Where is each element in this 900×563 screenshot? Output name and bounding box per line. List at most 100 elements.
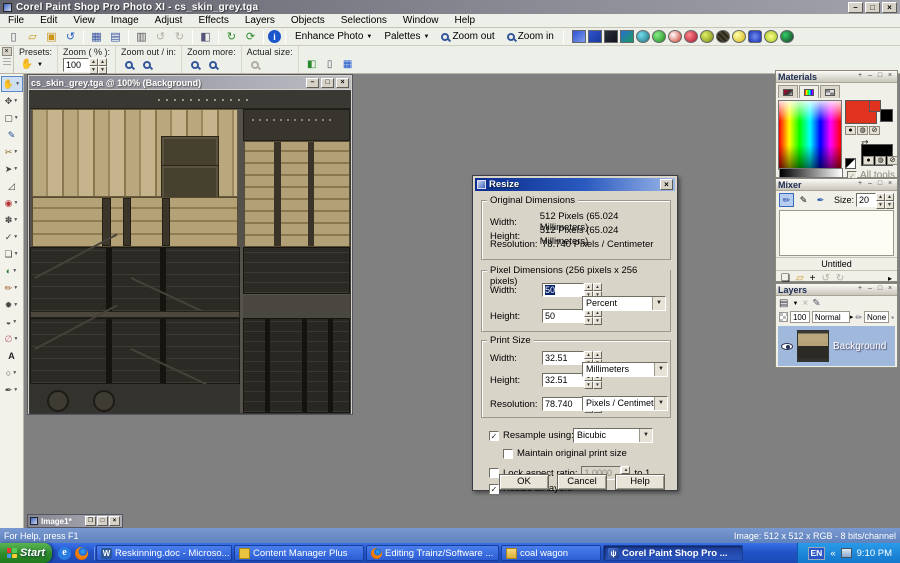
lighten-darken-tool[interactable]: ◒▼ [1, 314, 23, 330]
restore-button[interactable]: ❐ [85, 516, 96, 526]
pick-tool[interactable]: ➤▼ [1, 161, 23, 177]
chevron-down-icon[interactable]: ▼ [15, 81, 20, 87]
help-button[interactable]: Help [615, 474, 665, 490]
gradient-style-icon[interactable]: ◍ [857, 126, 868, 135]
arrow-right-icon[interactable]: ▸ [850, 313, 854, 321]
background-mini-swatch[interactable] [880, 109, 893, 122]
layer-visibility-icon[interactable] [781, 343, 793, 350]
spin-up-icon[interactable]: ▲ [584, 283, 593, 291]
effect-icon-4[interactable] [620, 30, 634, 43]
spin-up-icon[interactable]: ▲ [89, 58, 98, 66]
chevron-down-icon[interactable]: ▼ [12, 370, 17, 376]
maximize-icon[interactable]: □ [875, 285, 885, 294]
language-indicator[interactable]: EN [808, 547, 826, 560]
materials-titlebar[interactable]: Materials + – □ × [776, 71, 897, 83]
null-style-icon[interactable]: ⊘ [887, 156, 898, 165]
mixer-dropper-icon[interactable]: ✒ [813, 193, 828, 207]
close-icon[interactable]: × [885, 180, 895, 189]
zoom-more-in-icon[interactable] [205, 57, 221, 72]
spin-up-icon[interactable]: ▲ [593, 351, 602, 359]
zoom-in-button[interactable]: Zoom in [501, 30, 560, 43]
zoom-percent-stepper[interactable]: 100 ▲▼ ▲▼ [63, 58, 107, 72]
mixer-brush-icon[interactable]: ✏ [779, 193, 794, 207]
rollup-icon[interactable]: – [865, 285, 875, 294]
chevron-down-icon[interactable]: ▼ [13, 387, 18, 393]
chevron-down-icon[interactable]: ▼ [13, 336, 18, 342]
spin-down-icon[interactable]: ▼ [593, 381, 602, 389]
minimize-button[interactable]: – [306, 78, 319, 88]
chevron-down-icon[interactable]: ▼ [13, 234, 18, 240]
edit-selection-icon[interactable]: ✎ [812, 298, 820, 309]
color-style-icon[interactable]: ● [845, 126, 856, 135]
spin-up-icon[interactable]: ▲ [885, 193, 894, 201]
color-picker-area[interactable] [778, 100, 842, 170]
save-as-icon[interactable]: ▤ [107, 29, 124, 44]
close-icon[interactable]: × [885, 285, 895, 294]
blend-mode-value[interactable]: Normal [812, 311, 850, 323]
maintain-print-size-checkbox[interactable] [503, 449, 513, 459]
scratch-remover-tool[interactable]: ✓▼ [1, 229, 23, 245]
palette-knife-icon[interactable]: ✎ [796, 193, 811, 207]
pixel-width-value[interactable]: 50 [542, 283, 584, 297]
chevron-left-icon[interactable]: « [830, 548, 835, 559]
tab-frame[interactable] [778, 85, 798, 98]
maximize-icon[interactable]: □ [875, 180, 885, 189]
tab-rainbow[interactable] [799, 85, 819, 98]
link-set-value[interactable]: None [864, 311, 889, 323]
layers-titlebar[interactable]: Layers + – □ × [776, 284, 897, 296]
chevron-down-icon[interactable]: ▼ [14, 251, 19, 257]
browse-icon[interactable]: ▣ [43, 29, 60, 44]
effect-icon-8[interactable] [684, 30, 698, 43]
chevron-down-icon[interactable]: ▼ [12, 268, 17, 274]
effect-icon-10[interactable] [716, 30, 730, 43]
menu-effects[interactable]: Effects [190, 14, 236, 27]
image-window-titlebar[interactable]: cs_skin_grey.tga @ 100% (Background) – □… [29, 76, 351, 89]
effect-icon-5[interactable] [636, 30, 650, 43]
chevron-down-icon[interactable]: ▼ [37, 62, 43, 68]
print-height-value[interactable]: 32.51 [542, 373, 584, 387]
close-button[interactable]: × [109, 516, 120, 526]
pixel-height-stepper[interactable]: 50 ▲▼ ▲▼ [542, 309, 602, 323]
full-screen-preview-icon[interactable]: ▦ [340, 57, 356, 72]
dropper-tool[interactable]: ✎ [1, 127, 23, 143]
paint-brush-tool[interactable]: ✏▼ [1, 280, 23, 296]
pixel-width-stepper[interactable]: 50 ▲▼ ▲▼ [542, 283, 602, 297]
makeover-tool[interactable]: ✽▼ [1, 212, 23, 228]
ok-button[interactable]: OK [499, 474, 549, 490]
spin-down-icon[interactable]: ▼ [584, 317, 593, 325]
zoom-in-icon[interactable] [139, 57, 155, 72]
internet-explorer-icon[interactable]: e [58, 547, 71, 560]
more-options-icon[interactable]: ▸ [888, 274, 892, 283]
fit-image-icon[interactable]: ▯ [322, 57, 338, 72]
chevron-down-icon[interactable]: ▼ [12, 319, 17, 325]
black-white-reset-icon[interactable] [845, 158, 856, 169]
mixer-canvas[interactable] [779, 210, 894, 256]
crop-tool[interactable]: ✂▼ [1, 144, 23, 160]
mixer-size-stepper[interactable]: 20 ▲▼ ▲▼ [856, 193, 894, 207]
spin-down-icon[interactable]: ▼ [98, 66, 107, 74]
taskbar-item-folder[interactable]: coal wagon [501, 545, 601, 561]
menu-adjust[interactable]: Adjust [147, 14, 191, 27]
chevron-down-icon[interactable]: ▼ [792, 301, 798, 307]
spin-down-icon[interactable]: ▼ [593, 317, 602, 325]
close-icon[interactable]: × [885, 72, 895, 81]
chevron-down-icon[interactable]: ▼ [13, 200, 18, 206]
taskbar-item-firefox[interactable]: Editing Trainz/Software ... [366, 545, 499, 561]
menu-edit[interactable]: Edit [32, 14, 65, 27]
resize-all-layers-checkbox[interactable]: ✓ [489, 484, 499, 494]
spin-down-icon[interactable]: ▼ [885, 201, 894, 209]
chevron-down-icon[interactable]: ▼ [654, 363, 667, 376]
null-style-icon[interactable]: ⊘ [869, 126, 880, 135]
lock-aspect-ratio-checkbox[interactable] [489, 468, 499, 478]
mixer-titlebar[interactable]: Mixer + – □ × [776, 179, 897, 191]
gradient-style-icon[interactable]: ◍ [875, 156, 886, 165]
image-window[interactable]: cs_skin_grey.tga @ 100% (Background) – □… [27, 74, 353, 415]
spin-down-icon[interactable]: ▼ [89, 66, 98, 74]
chevron-down-icon[interactable]: ▼ [654, 397, 667, 410]
effect-icon-13[interactable] [764, 30, 778, 43]
spin-up-icon[interactable]: ▲ [876, 193, 885, 201]
print-resolution-unit-dropdown[interactable]: Pixels / Centimeter ▼ [582, 396, 668, 411]
zoom-more-out-icon[interactable] [187, 57, 203, 72]
effect-icon-7[interactable] [668, 30, 682, 43]
zoom-out-button[interactable]: Zoom out [435, 30, 500, 43]
